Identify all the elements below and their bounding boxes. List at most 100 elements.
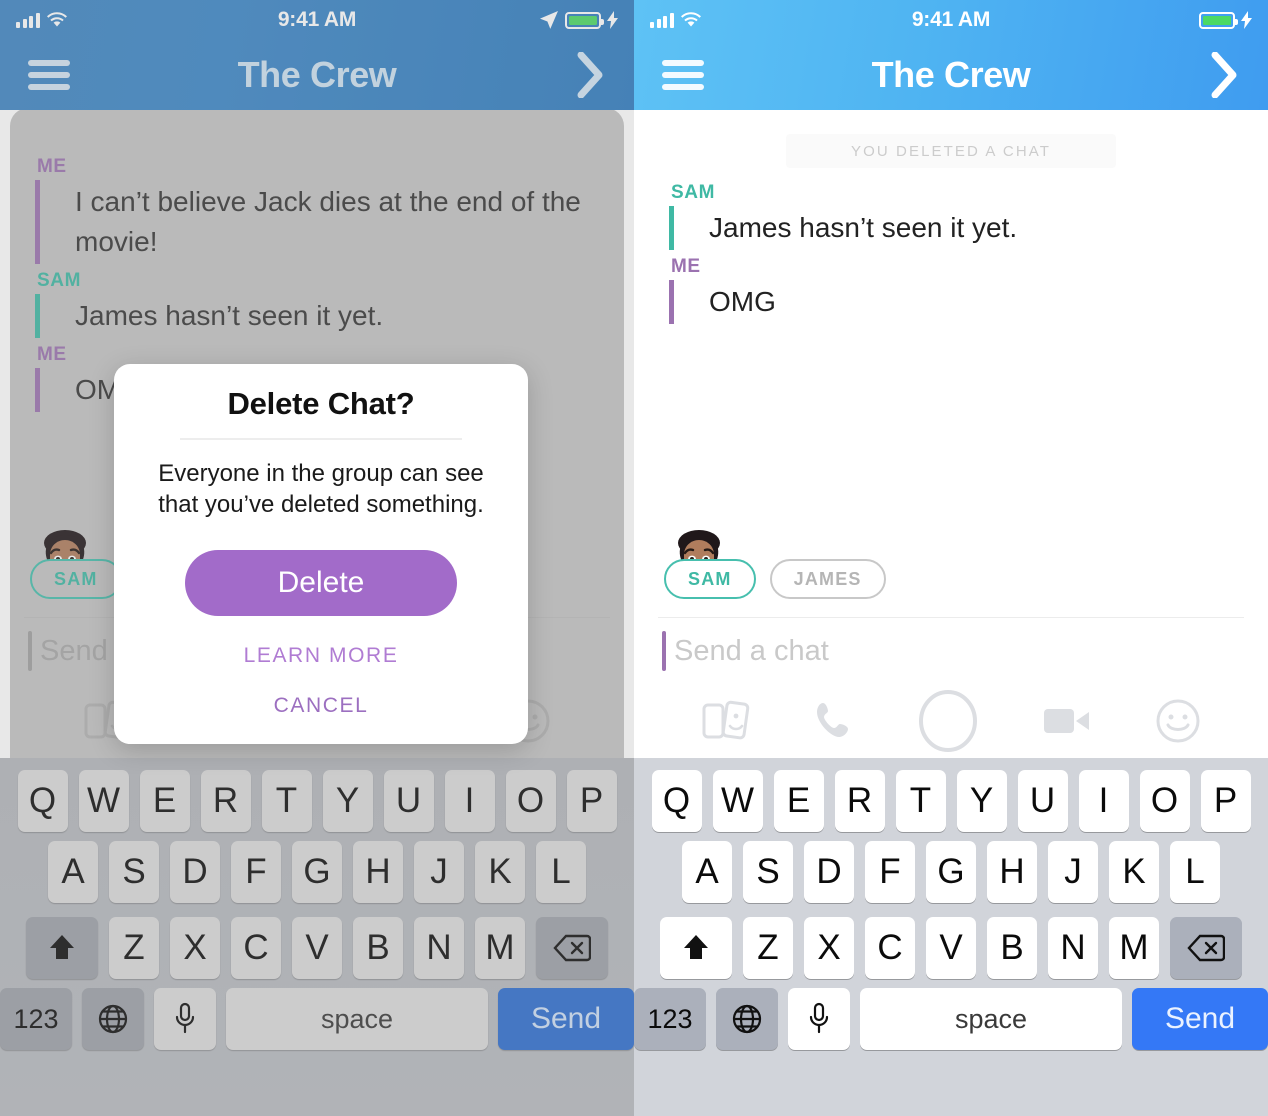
- key-e[interactable]: E: [139, 770, 190, 832]
- key-v[interactable]: V: [292, 917, 342, 979]
- key-q[interactable]: Q: [17, 770, 68, 832]
- key-h[interactable]: H: [987, 841, 1037, 903]
- message-row[interactable]: ME OMG: [644, 254, 1258, 328]
- friend-chip-sam[interactable]: SAM: [30, 559, 122, 599]
- wifi-icon: [46, 12, 67, 27]
- key-i[interactable]: I: [1078, 770, 1129, 832]
- microphone-icon[interactable]: [154, 988, 216, 1050]
- status-left-group: [16, 12, 67, 28]
- key-t[interactable]: T: [895, 770, 946, 832]
- shift-key[interactable]: [660, 917, 732, 979]
- microphone-icon[interactable]: [788, 988, 850, 1050]
- key-g[interactable]: G: [292, 841, 342, 903]
- dialog-title: Delete Chat?: [227, 386, 415, 421]
- chevron-right-icon[interactable]: [1208, 52, 1240, 98]
- key-z[interactable]: Z: [109, 917, 159, 979]
- key-s[interactable]: S: [109, 841, 159, 903]
- friend-chip-label: SAM: [54, 568, 98, 589]
- video-camera-icon[interactable]: [1042, 704, 1092, 738]
- key-h[interactable]: H: [353, 841, 403, 903]
- backspace-key[interactable]: [1170, 917, 1242, 979]
- key-o[interactable]: O: [505, 770, 556, 832]
- key-i[interactable]: I: [444, 770, 495, 832]
- hamburger-menu-icon[interactable]: [28, 60, 70, 90]
- message-text: James hasn’t seen it yet.: [75, 300, 384, 331]
- smiley-sticker-icon[interactable]: [1155, 698, 1201, 744]
- key-d[interactable]: D: [804, 841, 854, 903]
- app-header-left: 9:41 AM The Crew: [0, 0, 634, 110]
- key-c[interactable]: C: [865, 917, 915, 979]
- key-j[interactable]: J: [414, 841, 464, 903]
- key-k[interactable]: K: [1109, 841, 1159, 903]
- key-f[interactable]: F: [865, 841, 915, 903]
- text-caret: [662, 631, 666, 671]
- learn-more-link[interactable]: LEARN MORE: [140, 644, 502, 668]
- key-x[interactable]: X: [170, 917, 220, 979]
- globe-icon[interactable]: [716, 988, 778, 1050]
- delete-button[interactable]: Delete: [185, 550, 457, 616]
- key-e[interactable]: E: [773, 770, 824, 832]
- key-z[interactable]: Z: [743, 917, 793, 979]
- key-t[interactable]: T: [261, 770, 312, 832]
- nav-bar-right: The Crew: [634, 40, 1268, 110]
- key-j[interactable]: J: [1048, 841, 1098, 903]
- key-s[interactable]: S: [743, 841, 793, 903]
- space-key[interactable]: space: [860, 988, 1122, 1050]
- keyboard-row-3: ZXCVBNM: [634, 910, 1268, 986]
- key-c[interactable]: C: [231, 917, 281, 979]
- key-g[interactable]: G: [926, 841, 976, 903]
- key-b[interactable]: B: [353, 917, 403, 979]
- numeric-key[interactable]: 123: [634, 988, 706, 1050]
- key-k[interactable]: K: [475, 841, 525, 903]
- key-q[interactable]: Q: [651, 770, 702, 832]
- status-bar-left: 9:41 AM: [0, 0, 634, 40]
- globe-icon[interactable]: [82, 988, 144, 1050]
- key-o[interactable]: O: [1139, 770, 1190, 832]
- key-l[interactable]: L: [1170, 841, 1220, 903]
- phone-call-icon[interactable]: [814, 700, 854, 742]
- key-l[interactable]: L: [536, 841, 586, 903]
- snap-card-icon[interactable]: [701, 697, 751, 745]
- backspace-key[interactable]: [536, 917, 608, 979]
- friend-chip-sam[interactable]: SAM: [664, 559, 756, 599]
- key-r[interactable]: R: [200, 770, 251, 832]
- key-u[interactable]: U: [383, 770, 434, 832]
- chevron-right-icon[interactable]: [574, 52, 606, 98]
- numeric-key[interactable]: 123: [0, 988, 72, 1050]
- chat-input-row-right[interactable]: Send a chat: [644, 618, 1258, 684]
- message-sender: SAM: [37, 270, 82, 291]
- message-row[interactable]: SAM James hasn’t seen it yet.: [10, 268, 624, 342]
- key-r[interactable]: R: [834, 770, 885, 832]
- key-y[interactable]: Y: [956, 770, 1007, 832]
- message-row[interactable]: SAM James hasn’t seen it yet.: [644, 180, 1258, 254]
- key-v[interactable]: V: [926, 917, 976, 979]
- key-u[interactable]: U: [1017, 770, 1068, 832]
- key-a[interactable]: A: [682, 841, 732, 903]
- key-w[interactable]: W: [712, 770, 763, 832]
- key-f[interactable]: F: [231, 841, 281, 903]
- send-key[interactable]: Send: [498, 988, 634, 1050]
- key-d[interactable]: D: [170, 841, 220, 903]
- key-m[interactable]: M: [1109, 917, 1159, 979]
- key-p[interactable]: P: [1200, 770, 1251, 832]
- key-p[interactable]: P: [566, 770, 617, 832]
- key-a[interactable]: A: [48, 841, 98, 903]
- key-n[interactable]: N: [1048, 917, 1098, 979]
- friend-chip-james[interactable]: JAMES: [769, 559, 886, 599]
- delete-chat-dialog: Delete Chat? Everyone in the group can s…: [114, 364, 528, 744]
- capture-circle-icon[interactable]: [917, 689, 979, 753]
- composer-right: SAM JAMES Send a chat: [644, 530, 1258, 758]
- key-m[interactable]: M: [475, 917, 525, 979]
- key-w[interactable]: W: [78, 770, 129, 832]
- space-key[interactable]: space: [226, 988, 488, 1050]
- cancel-button[interactable]: CANCEL: [140, 694, 502, 718]
- send-key[interactable]: Send: [1132, 988, 1268, 1050]
- key-b[interactable]: B: [987, 917, 1037, 979]
- hamburger-menu-icon[interactable]: [662, 60, 704, 90]
- message-row[interactable]: ME I can’t believe Jack dies at the end …: [10, 154, 624, 268]
- shift-key[interactable]: [26, 917, 98, 979]
- keyboard-row-1: QWERTYUIOP: [0, 758, 634, 834]
- key-y[interactable]: Y: [322, 770, 373, 832]
- key-x[interactable]: X: [804, 917, 854, 979]
- key-n[interactable]: N: [414, 917, 464, 979]
